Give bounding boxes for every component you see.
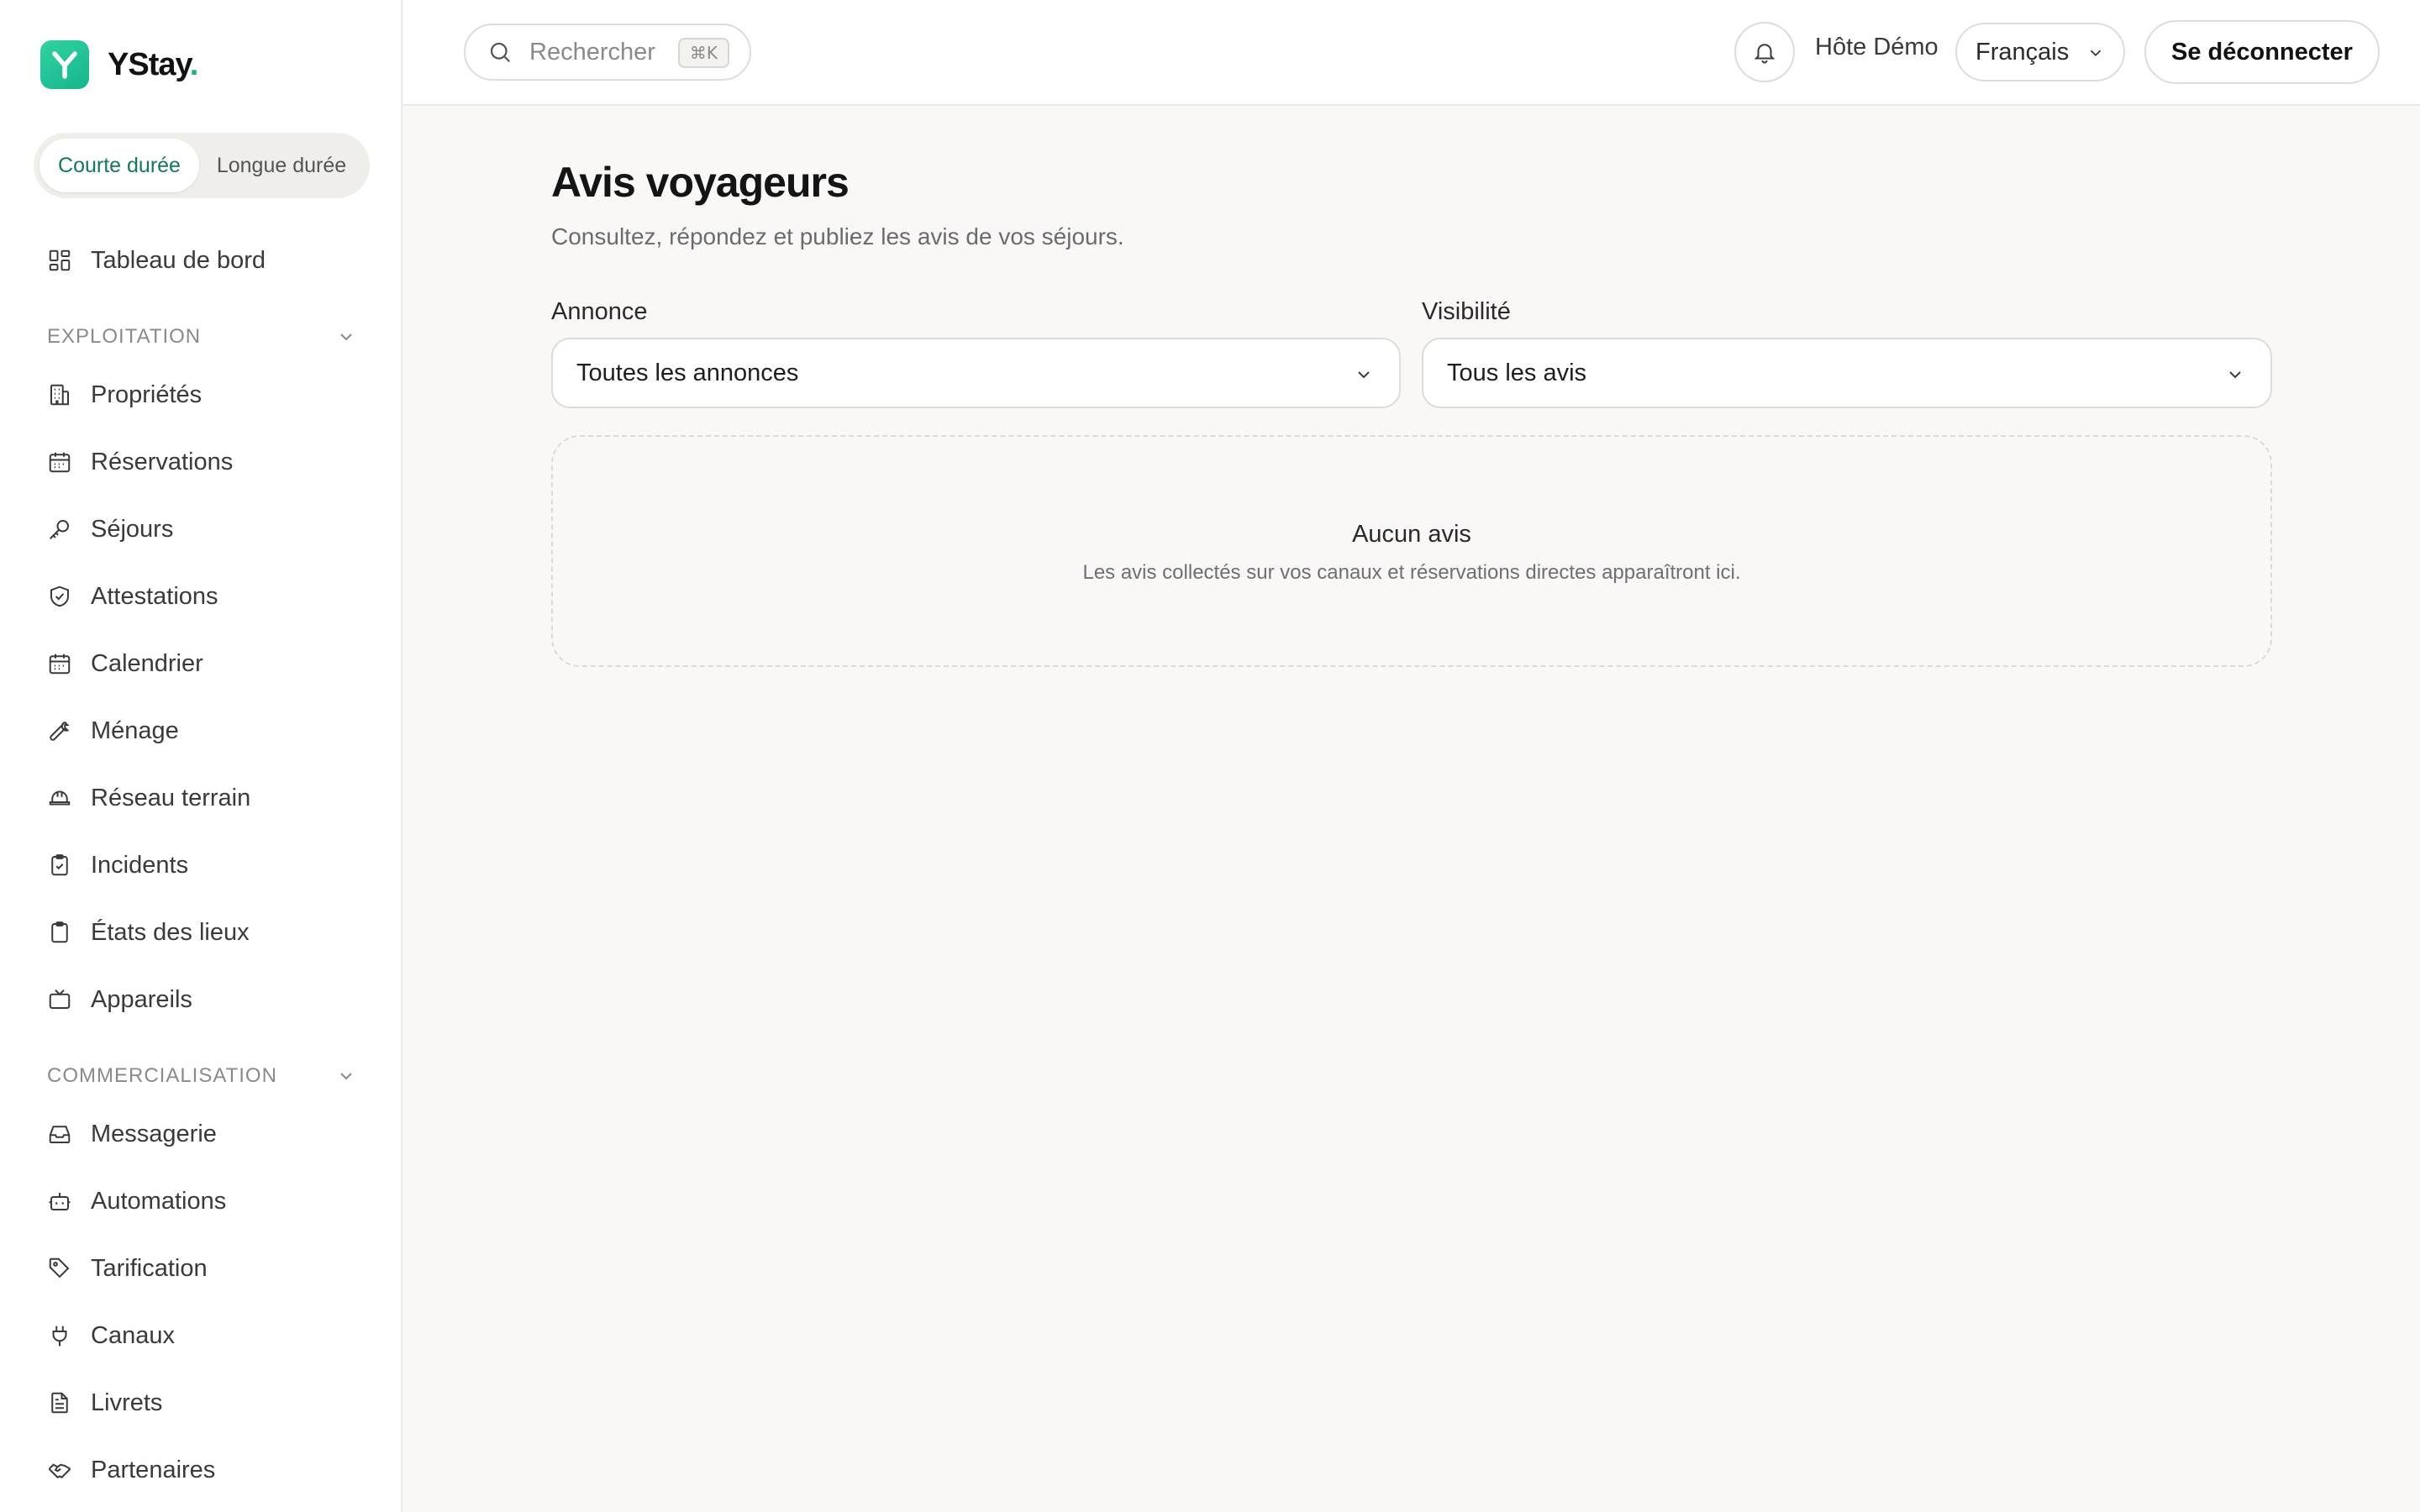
section-exploitation[interactable]: EXPLOITATION (47, 320, 356, 354)
sidebar-item-label: Livrets (91, 1389, 163, 1416)
mode-short-term-button[interactable]: Courte durée (39, 139, 199, 192)
page-subtitle: Consultez, répondez et publiez les avis … (551, 223, 1124, 249)
section-title: COMMERCIALISATION (47, 1064, 277, 1087)
section-title: EXPLOITATION (47, 325, 202, 348)
listing-filter-label: Annonce (551, 298, 648, 325)
listing-filter-value: Toutes les annonces (576, 359, 799, 386)
logout-button[interactable]: Se déconnecter (2144, 20, 2380, 84)
sidebar-item-stays[interactable]: Séjours (47, 508, 173, 550)
logo-icon (40, 40, 89, 89)
clipboard-icon (51, 921, 68, 943)
file-text-icon (51, 1392, 68, 1414)
search-placeholder: Rechercher (529, 38, 655, 66)
wrench-icon (50, 721, 70, 741)
visibility-filter-select[interactable]: Tous les avis (1422, 338, 2272, 408)
chevron-down-icon (2090, 50, 2102, 57)
sidebar-item-inspections[interactable]: États des lieux (47, 911, 250, 953)
brand-name: YStay. (108, 46, 198, 82)
chevron-down-icon (2229, 371, 2241, 379)
sidebar-item-reservations[interactable]: Réservations (47, 441, 233, 483)
building-icon (50, 384, 69, 406)
bot-icon (49, 1193, 71, 1210)
sidebar-item-channels[interactable]: Canaux (47, 1315, 175, 1357)
empty-state-description: Les avis collectés sur vos canaux et rés… (1082, 561, 1741, 584)
sidebar-item-label: Canaux (91, 1321, 175, 1349)
tv-icon (49, 990, 71, 1009)
empty-state: Aucun avis Les avis collectés sur vos ca… (551, 435, 2272, 667)
section-commercialisation[interactable]: COMMERCIALISATION (47, 1059, 356, 1093)
tag-icon (49, 1257, 70, 1278)
search-shortcut-badge: ⌘K (677, 38, 729, 68)
sidebar-item-label: Réseau terrain (91, 784, 251, 811)
shield-check-icon (50, 585, 69, 607)
inbox-icon (49, 1126, 71, 1143)
brand[interactable]: YStay. (40, 40, 198, 89)
language-value: Français (1975, 38, 2070, 66)
key-icon (50, 520, 69, 539)
sidebar-item-incidents[interactable]: Incidents (47, 844, 188, 886)
sidebar-item-messaging[interactable]: Messagerie (47, 1113, 217, 1155)
calendar-icon (49, 654, 71, 675)
sidebar-item-label: Propriétés (91, 381, 203, 408)
sidebar-item-label: Partenaires (91, 1456, 216, 1483)
sidebar-item-label: Tableau de bord (91, 246, 266, 274)
sidebar-item-properties[interactable]: Propriétés (47, 374, 202, 416)
user-name: Hôte Démo (1815, 34, 1939, 60)
visibility-filter-value: Tous les avis (1447, 359, 1587, 386)
sidebar-item-calendar[interactable]: Calendrier (47, 643, 203, 685)
sidebar-item-label: Réservations (91, 448, 234, 475)
sidebar-item-label: États des lieux (91, 918, 250, 946)
sidebar-item-dashboard[interactable]: Tableau de bord (47, 239, 266, 281)
handshake-icon (48, 1463, 71, 1478)
sidebar-item-devices[interactable]: Appareils (47, 979, 192, 1021)
sidebar-item-automations[interactable]: Automations (47, 1180, 226, 1222)
hard-hat-icon (49, 790, 71, 806)
clipboard-check-icon (51, 854, 68, 876)
sidebar-item-guidebooks[interactable]: Livrets (47, 1382, 162, 1424)
topbar: Rechercher ⌘K Hôte Démo Français Se déco… (403, 0, 2420, 106)
sidebar-item-label: Attestations (91, 582, 218, 610)
dashboard-icon (49, 249, 71, 271)
visibility-filter-label: Visibilité (1422, 298, 1511, 325)
mode-long-term-button[interactable]: Longue durée (199, 139, 364, 192)
calendar-icon (49, 452, 71, 473)
plug-icon (52, 1326, 67, 1347)
sidebar-item-label: Automations (91, 1187, 227, 1215)
search-icon (490, 42, 511, 63)
bell-icon (1754, 44, 1776, 64)
sidebar-item-label: Calendrier (91, 649, 203, 677)
sidebar-item-label: Séjours (91, 515, 174, 543)
chevron-down-icon (1358, 371, 1370, 379)
sidebar-item-pricing[interactable]: Tarification (47, 1247, 208, 1289)
listing-filter-select[interactable]: Toutes les annonces (551, 338, 1401, 408)
notifications-button[interactable] (1734, 22, 1795, 82)
empty-state-title: Aucun avis (1352, 521, 1471, 548)
language-select[interactable]: Français (1955, 23, 2125, 81)
sidebar-item-label: Appareils (91, 985, 192, 1013)
sidebar-item-attestations[interactable]: Attestations (47, 575, 218, 617)
rental-mode-toggle: Courte durée Longue durée (34, 133, 370, 198)
sidebar-item-field-network[interactable]: Réseau terrain (47, 777, 250, 819)
sidebar-item-label: Messagerie (91, 1120, 217, 1147)
sidebar-item-label: Incidents (91, 851, 189, 879)
chevron-down-icon (340, 1073, 352, 1080)
page-title: Avis voyageurs (551, 159, 850, 206)
search-input[interactable]: Rechercher ⌘K (464, 24, 751, 81)
sidebar-item-cleaning[interactable]: Ménage (47, 710, 179, 752)
sidebar: YStay. Courte durée Longue durée Tableau… (0, 0, 402, 1512)
sidebar-item-label: Tarification (91, 1254, 208, 1282)
chevron-down-icon (340, 333, 352, 341)
sidebar-item-partners[interactable]: Partenaires (47, 1449, 215, 1491)
sidebar-item-label: Ménage (91, 717, 179, 744)
